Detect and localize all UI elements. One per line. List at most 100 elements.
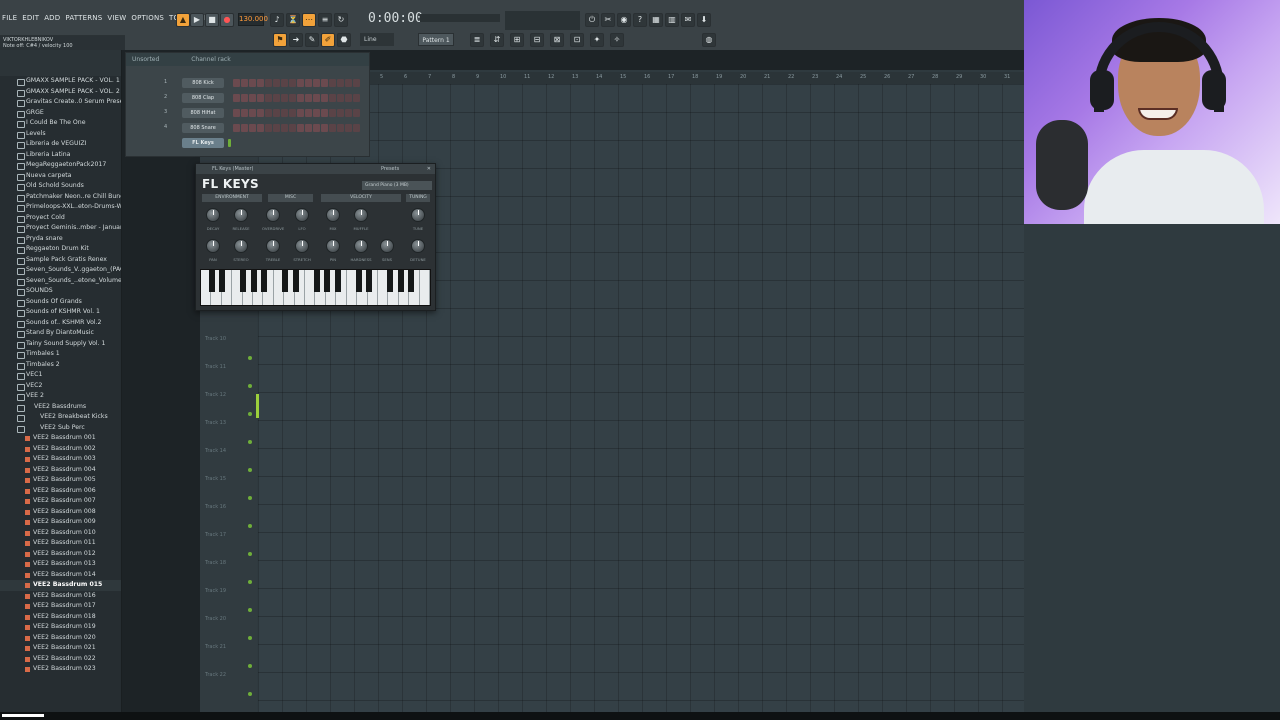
channel-filter[interactable]: Unsorted [132, 56, 159, 63]
browser-folder-item[interactable]: Tainy Sound Supply Vol. 1 [0, 339, 121, 350]
step-button[interactable] [313, 94, 320, 102]
knob-pan[interactable] [206, 239, 220, 253]
browser-folder-item[interactable]: Libreria de VEGUIZI [0, 139, 121, 150]
mic-icon[interactable]: ◉ [617, 13, 631, 27]
step-button[interactable] [289, 94, 296, 102]
browser-folder-item[interactable]: SOUNDS [0, 286, 121, 297]
step-button[interactable] [281, 109, 288, 117]
step-button[interactable] [249, 109, 256, 117]
browser-file-item[interactable]: VEE2 Bassdrum 006 [0, 486, 121, 497]
browser-file-item[interactable]: VEE2 Bassdrum 019 [0, 622, 121, 633]
browser-file-item[interactable]: VEE2 Bassdrum 002 [0, 444, 121, 455]
browser-file-item[interactable]: VEE2 Bassdrum 011 [0, 538, 121, 549]
step-button[interactable] [273, 109, 280, 117]
browser-file-item[interactable]: VEE2 Bassdrum 021 [0, 643, 121, 654]
arrow-icon[interactable]: ➜ [289, 33, 303, 47]
knob-treble[interactable] [266, 239, 280, 253]
piano-keyboard[interactable] [200, 269, 431, 306]
step-button[interactable] [297, 94, 304, 102]
browser-folder-item[interactable]: Old Schold Sounds [0, 181, 121, 192]
step-button[interactable] [321, 109, 328, 117]
knob-muffle[interactable] [354, 208, 368, 222]
browser-file-item[interactable]: VEE2 Bassdrum 009 [0, 517, 121, 528]
snap-mode-select[interactable]: Line [360, 33, 394, 46]
step-button[interactable] [289, 109, 296, 117]
browser-file-item[interactable]: VEE2 Bassdrum 010 [0, 528, 121, 539]
track-label[interactable]: Track 22 [205, 672, 226, 678]
step-button[interactable] [305, 79, 312, 87]
help-icon[interactable]: ? [633, 13, 647, 27]
step-button[interactable] [233, 94, 240, 102]
browser-file-item[interactable]: VEE2 Bassdrum 005 [0, 475, 121, 486]
step-button[interactable] [313, 124, 320, 132]
browser-folder-item[interactable]: GRGE [0, 108, 121, 119]
tempo-display[interactable]: 130.000 [238, 13, 268, 26]
browser-folder-item[interactable]: VEC2 [0, 381, 121, 392]
step-button[interactable] [297, 79, 304, 87]
step-button[interactable] [353, 124, 360, 132]
browser-folder-item[interactable]: Sounds Of Grands [0, 297, 121, 308]
browser-folder-item[interactable]: VEE2 Breakbeat Kicks [0, 412, 121, 423]
knob-stretch[interactable] [295, 239, 309, 253]
menu-patterns[interactable]: PATTERNS [65, 14, 102, 26]
step-button[interactable] [345, 79, 352, 87]
channel-name-button[interactable]: 808 Clap [182, 93, 224, 103]
knob-sens[interactable] [380, 239, 394, 253]
step-button[interactable] [289, 79, 296, 87]
piano-black-key[interactable] [324, 270, 330, 292]
step-sequencer[interactable] [233, 79, 360, 87]
step-button[interactable] [353, 94, 360, 102]
step-sequencer[interactable] [233, 94, 360, 102]
step-button[interactable] [241, 109, 248, 117]
piano-black-key[interactable] [387, 270, 393, 292]
step-button[interactable] [337, 109, 344, 117]
preset-selector[interactable]: Grand Piano (3 MB) [362, 181, 432, 190]
browser-file-item[interactable]: VEE2 Bassdrum 015 [0, 580, 121, 591]
stop-button[interactable]: ■ [205, 13, 219, 27]
step-button[interactable] [273, 124, 280, 132]
piano-black-key[interactable] [250, 270, 257, 292]
tool-icon-2[interactable]: ⇵ [490, 33, 504, 47]
track-label[interactable]: Track 12 [205, 392, 226, 398]
step-button[interactable] [265, 94, 272, 102]
tool-icon-7[interactable]: ✦ [590, 33, 604, 47]
browser-file-item[interactable]: VEE2 Bassdrum 007 [0, 496, 121, 507]
browser-folder-item[interactable]: Sounds of KSHMR Vol. 1 [0, 307, 121, 318]
step-button[interactable] [241, 79, 248, 87]
knob-release[interactable] [234, 208, 248, 222]
knob-hardness[interactable] [354, 239, 368, 253]
track-label[interactable]: Track 10 [205, 336, 226, 342]
browser-folder-item[interactable]: Libreria Latina [0, 150, 121, 161]
channel-name-button[interactable]: 808 Snare [182, 123, 224, 133]
song-time-display[interactable]: 0:00:00 [368, 11, 423, 29]
tool-icon-8[interactable]: ✧ [610, 33, 624, 47]
track-label[interactable]: Track 17 [205, 532, 226, 538]
track-label[interactable]: Track 16 [205, 504, 226, 510]
blend-notes-icon[interactable]: ≡ [318, 13, 332, 27]
menu-view[interactable]: VIEW [107, 14, 126, 26]
browser-folder-item[interactable]: VEE2 Bassdrums [0, 402, 121, 413]
piano-black-key[interactable] [208, 270, 215, 292]
browser-file-item[interactable]: VEE2 Bassdrum 020 [0, 633, 121, 644]
pattern-selector[interactable]: Pattern 1 [418, 33, 454, 46]
browser-folder-item[interactable]: Stand By DiantoMusic [0, 328, 121, 339]
browser-folder-item[interactable]: Reggaeton Drum Kit [0, 244, 121, 255]
piano-black-key[interactable] [397, 270, 404, 292]
step-button[interactable] [257, 124, 264, 132]
step-button[interactable] [353, 109, 360, 117]
tool-icon-5[interactable]: ⊠ [550, 33, 564, 47]
loop-record-icon[interactable]: ↻ [334, 13, 348, 27]
step-button[interactable] [265, 124, 272, 132]
step-button[interactable] [329, 94, 336, 102]
browser-folder-item[interactable]: VEE 2 [0, 391, 121, 402]
step-button[interactable] [337, 94, 344, 102]
menu-add[interactable]: ADD [44, 14, 60, 26]
knob-lfo[interactable] [295, 208, 309, 222]
piano-black-key[interactable] [366, 270, 372, 292]
browser-folder-item[interactable]: Proyect Cold [0, 213, 121, 224]
browser-folder-item[interactable]: VEE2 Sub Perc [0, 423, 121, 434]
channel-row[interactable]: 3 808 HiHat [130, 107, 366, 119]
step-button[interactable] [337, 79, 344, 87]
step-button[interactable] [281, 79, 288, 87]
step-button[interactable] [265, 109, 272, 117]
